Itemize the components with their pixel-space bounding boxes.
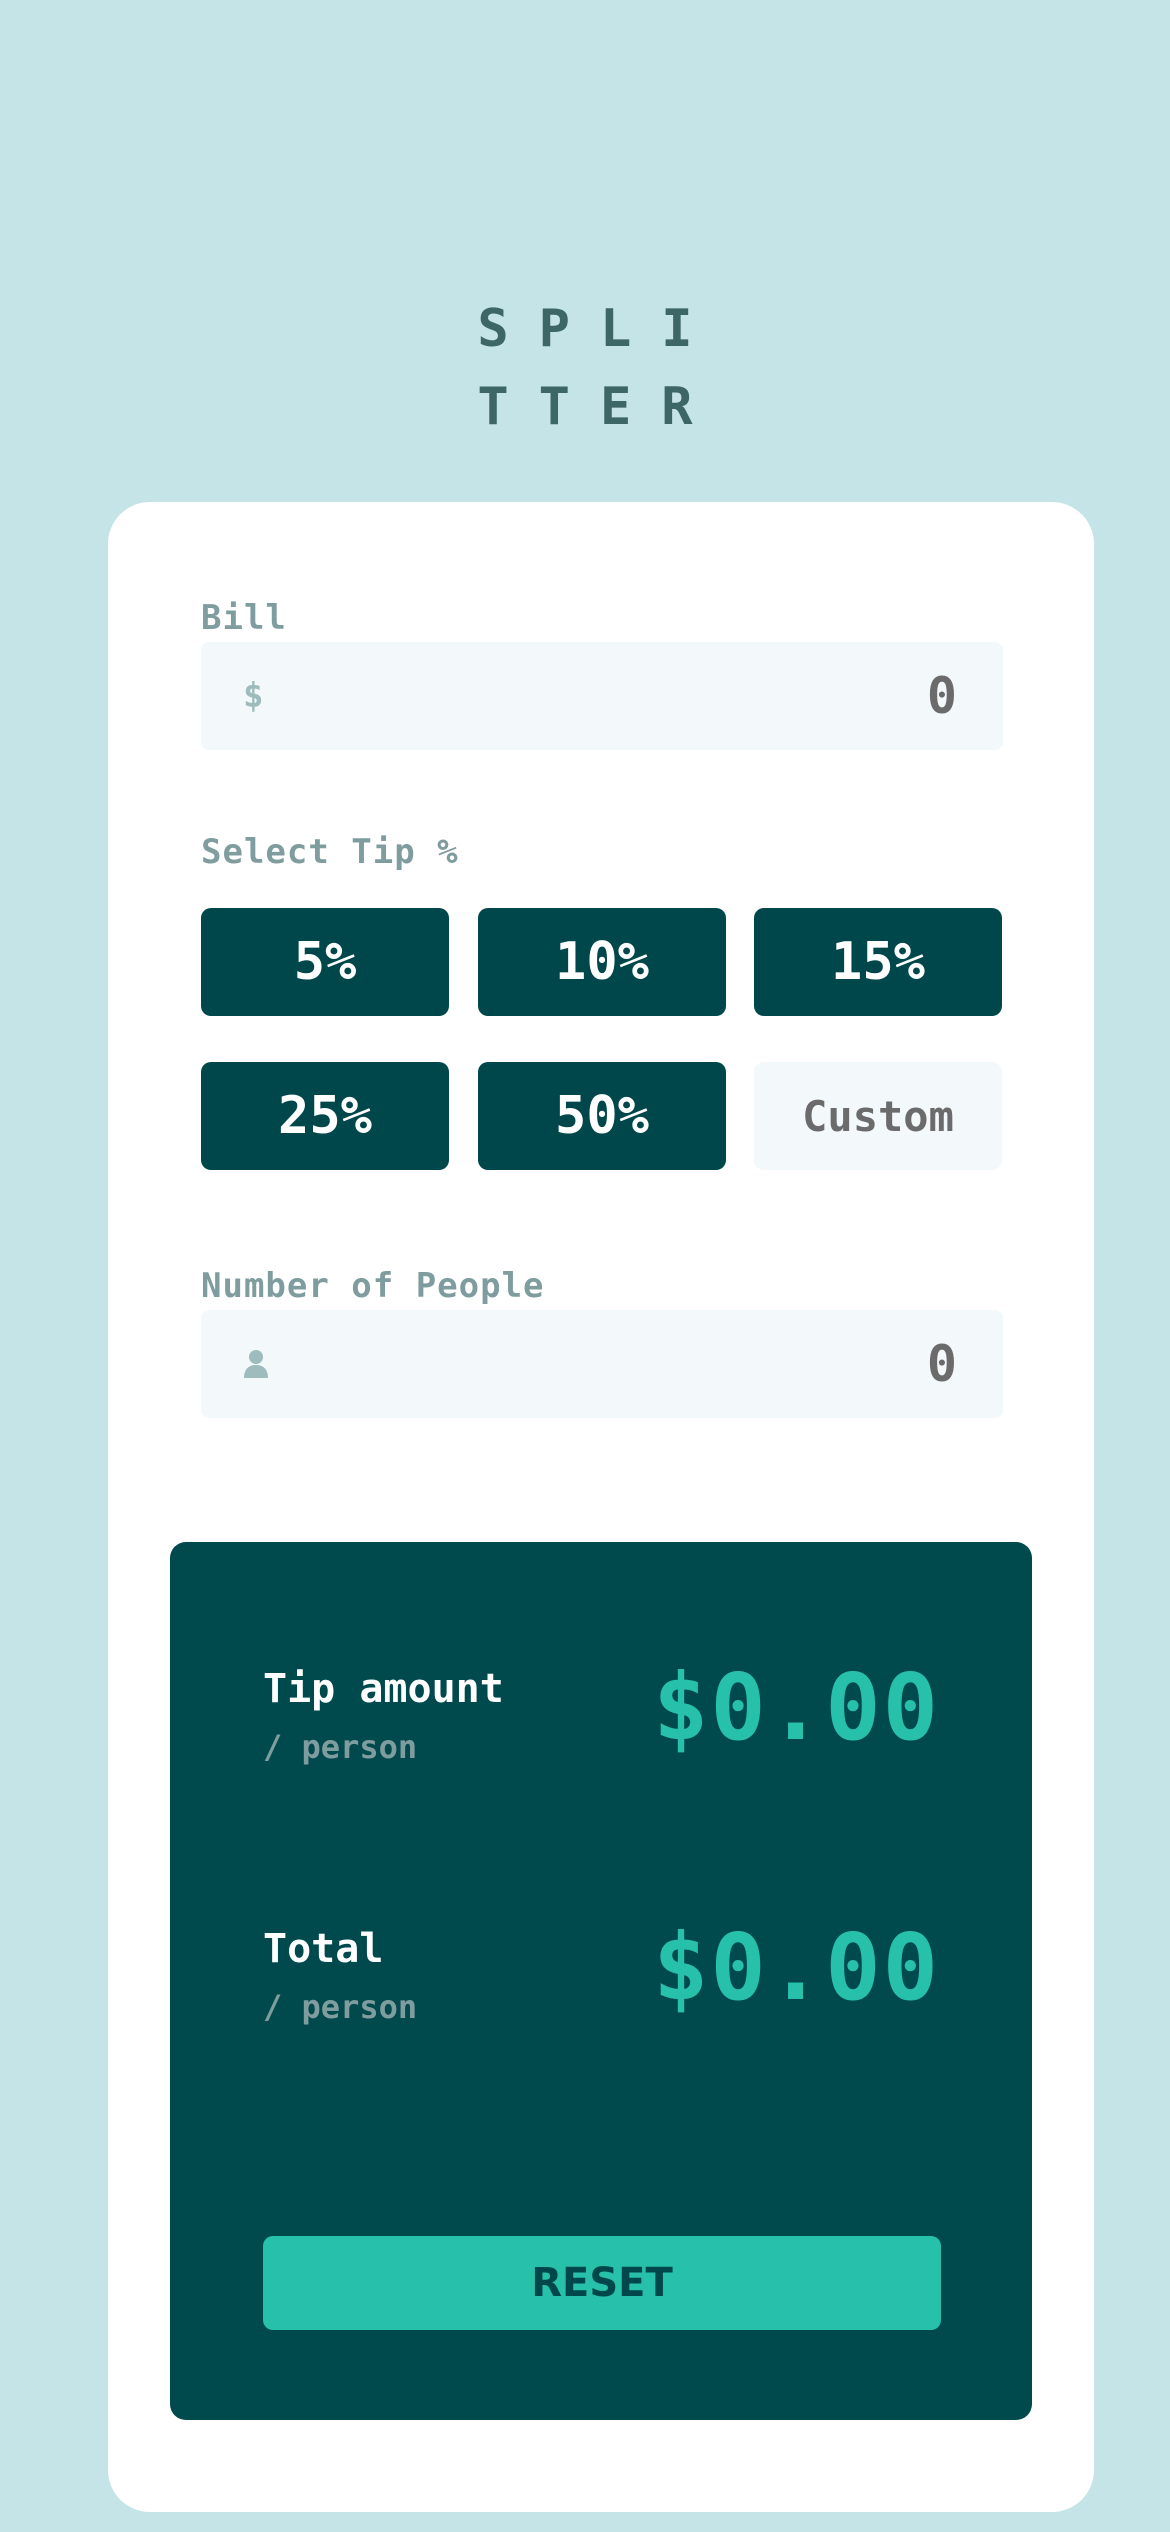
bill-input[interactable]: $ 0 [201,642,1003,750]
results-panel: Tip amount / person $0.00 Total / person… [170,1542,1032,2420]
tip-button-25[interactable]: 25% [201,1062,449,1170]
tip-button-5[interactable]: 5% [201,908,449,1016]
people-input[interactable]: 0 [201,1310,1003,1418]
people-label: Number of People [201,1266,545,1306]
bill-label: Bill [201,598,287,638]
total-title: Total [263,1926,384,1972]
total-per-person: / person [263,1988,418,2026]
app-logo: SPLI TTER [0,290,1170,446]
select-tip-label: Select Tip % [201,832,459,872]
calculator-card: Bill $ 0 Select Tip % 5% 10% 15% 25% 50%… [108,502,1094,2512]
person-icon [243,1349,269,1379]
people-value: 0 [926,1335,957,1393]
tip-amount-per-person: / person [263,1728,418,1766]
tip-button-10[interactable]: 10% [478,908,726,1016]
tip-button-50[interactable]: 50% [478,1062,726,1170]
logo-line-2: TTER [477,377,723,437]
tip-button-15[interactable]: 15% [754,908,1002,1016]
dollar-icon: $ [243,676,264,716]
bill-value: 0 [926,667,957,725]
total-value: $0.00 [653,1914,940,2021]
logo-line-1: SPLI [477,299,723,359]
tip-amount-title: Tip amount [263,1666,504,1712]
custom-tip-input[interactable]: Custom [754,1062,1002,1170]
tip-amount-value: $0.00 [653,1654,940,1761]
reset-button[interactable]: RESET [263,2236,941,2330]
